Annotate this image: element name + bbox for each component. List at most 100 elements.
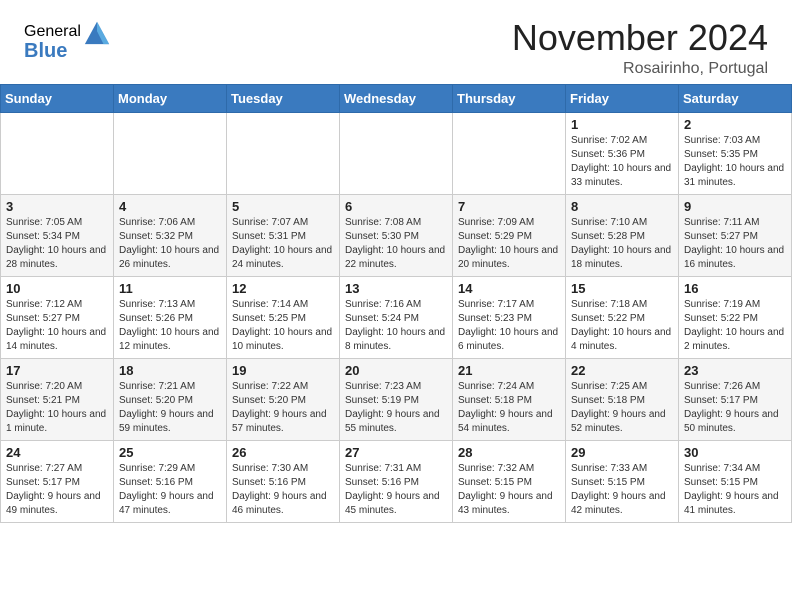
day-info: Sunrise: 7:11 AM Sunset: 5:27 PM Dayligh… [684, 216, 786, 272]
week-row-1: 1 Sunrise: 7:02 AM Sunset: 5:36 PM Daylig… [1, 112, 792, 194]
weekday-header-saturday: Saturday [679, 84, 792, 112]
day-number: 16 [684, 281, 786, 296]
day-number: 18 [119, 363, 221, 378]
day-info: Sunrise: 7:08 AM Sunset: 5:30 PM Dayligh… [345, 216, 447, 272]
day-info: Sunrise: 7:06 AM Sunset: 5:32 PM Dayligh… [119, 216, 221, 272]
day-number: 8 [571, 199, 673, 214]
day-number: 11 [119, 281, 221, 296]
calendar-cell: 2 Sunrise: 7:03 AM Sunset: 5:35 PM Daylig… [679, 112, 792, 194]
calendar-cell: 9Sunrise: 7:11 AM Sunset: 5:27 PM Daylig… [679, 194, 792, 276]
logo-icon [83, 18, 111, 46]
calendar-cell: 10 Sunrise: 7:12 AM Sunset: 5:27 PM Dayli… [1, 276, 114, 358]
day-number: 7 [458, 199, 560, 214]
day-info: Sunrise: 7:17 AM Sunset: 5:23 PM Dayligh… [458, 298, 560, 354]
day-info: Sunrise: 7:31 AM Sunset: 5:16 PM Dayligh… [345, 462, 447, 518]
calendar-cell: 8 Sunrise: 7:10 AM Sunset: 5:28 PM Daylig… [566, 194, 679, 276]
day-number: 29 [571, 445, 673, 460]
day-info: Sunrise: 7:24 AM Sunset: 5:18 PM Dayligh… [458, 380, 560, 436]
day-info: Sunrise: 7:33 AM Sunset: 5:15 PM Dayligh… [571, 462, 673, 518]
week-row-2: 3 Sunrise: 7:05 AM Sunset: 5:34 PM Daylig… [1, 194, 792, 276]
day-info: Sunrise: 7:02 AM Sunset: 5:36 PM Dayligh… [571, 134, 673, 190]
day-number: 19 [232, 363, 334, 378]
day-info: Sunrise: 7:03 AM Sunset: 5:35 PM Dayligh… [684, 134, 786, 190]
calendar-cell [340, 112, 453, 194]
day-info: Sunrise: 7:12 AM Sunset: 5:27 PM Dayligh… [6, 298, 108, 354]
calendar-cell: 4 Sunrise: 7:06 AM Sunset: 5:32 PM Daylig… [114, 194, 227, 276]
calendar-cell: 22 Sunrise: 7:25 AM Sunset: 5:18 PM Dayli… [566, 358, 679, 440]
day-number: 5 [232, 199, 334, 214]
day-info: Sunrise: 7:16 AM Sunset: 5:24 PM Dayligh… [345, 298, 447, 354]
day-info: Sunrise: 7:34 AM Sunset: 5:15 PM Dayligh… [684, 462, 786, 518]
day-info: Sunrise: 7:10 AM Sunset: 5:28 PM Dayligh… [571, 216, 673, 272]
weekday-header-tuesday: Tuesday [227, 84, 340, 112]
day-info: Sunrise: 7:27 AM Sunset: 5:17 PM Dayligh… [6, 462, 108, 518]
day-info: Sunrise: 7:05 AM Sunset: 5:34 PM Dayligh… [6, 216, 108, 272]
calendar-cell: 7 Sunrise: 7:09 AM Sunset: 5:29 PM Daylig… [453, 194, 566, 276]
day-number: 6 [345, 199, 447, 214]
day-number: 25 [119, 445, 221, 460]
calendar-cell: 14 Sunrise: 7:17 AM Sunset: 5:23 PM Dayli… [453, 276, 566, 358]
calendar-cell [227, 112, 340, 194]
calendar-table: SundayMondayTuesdayWednesdayThursdayFrid… [0, 84, 792, 523]
weekday-header-sunday: Sunday [1, 84, 114, 112]
calendar-cell: 1 Sunrise: 7:02 AM Sunset: 5:36 PM Daylig… [566, 112, 679, 194]
calendar-cell: 28 Sunrise: 7:32 AM Sunset: 5:15 PM Dayli… [453, 440, 566, 522]
week-row-3: 10 Sunrise: 7:12 AM Sunset: 5:27 PM Dayli… [1, 276, 792, 358]
calendar-cell: 5 Sunrise: 7:07 AM Sunset: 5:31 PM Daylig… [227, 194, 340, 276]
day-number: 21 [458, 363, 560, 378]
day-info: Sunrise: 7:29 AM Sunset: 5:16 PM Dayligh… [119, 462, 221, 518]
day-number: 1 [571, 117, 673, 132]
day-info: Sunrise: 7:22 AM Sunset: 5:20 PM Dayligh… [232, 380, 334, 436]
weekday-header-row: SundayMondayTuesdayWednesdayThursdayFrid… [1, 84, 792, 112]
calendar-cell: 29 Sunrise: 7:33 AM Sunset: 5:15 PM Dayli… [566, 440, 679, 522]
title-area: November 2024 Rosairinho, Portugal [512, 18, 768, 78]
day-info: Sunrise: 7:21 AM Sunset: 5:20 PM Dayligh… [119, 380, 221, 436]
calendar-cell: 11Sunrise: 7:13 AM Sunset: 5:26 PM Dayli… [114, 276, 227, 358]
day-number: 12 [232, 281, 334, 296]
calendar-cell: 6 Sunrise: 7:08 AM Sunset: 5:30 PM Daylig… [340, 194, 453, 276]
day-info: Sunrise: 7:25 AM Sunset: 5:18 PM Dayligh… [571, 380, 673, 436]
logo-general-text: General [24, 23, 81, 41]
day-info: Sunrise: 7:09 AM Sunset: 5:29 PM Dayligh… [458, 216, 560, 272]
day-number: 15 [571, 281, 673, 296]
calendar-cell: 25 Sunrise: 7:29 AM Sunset: 5:16 PM Dayli… [114, 440, 227, 522]
day-number: 14 [458, 281, 560, 296]
calendar-cell: 24Sunrise: 7:27 AM Sunset: 5:17 PM Dayli… [1, 440, 114, 522]
calendar-cell [453, 112, 566, 194]
day-number: 10 [6, 281, 108, 296]
day-info: Sunrise: 7:07 AM Sunset: 5:31 PM Dayligh… [232, 216, 334, 272]
calendar-cell: 27 Sunrise: 7:31 AM Sunset: 5:16 PM Dayli… [340, 440, 453, 522]
day-number: 23 [684, 363, 786, 378]
day-number: 20 [345, 363, 447, 378]
logo-blue-text: Blue [24, 40, 67, 63]
day-number: 28 [458, 445, 560, 460]
weekday-header-friday: Friday [566, 84, 679, 112]
day-info: Sunrise: 7:14 AM Sunset: 5:25 PM Dayligh… [232, 298, 334, 354]
day-number: 17 [6, 363, 108, 378]
day-info: Sunrise: 7:23 AM Sunset: 5:19 PM Dayligh… [345, 380, 447, 436]
week-row-4: 17 Sunrise: 7:20 AM Sunset: 5:21 PM Dayli… [1, 358, 792, 440]
day-number: 27 [345, 445, 447, 460]
calendar-cell [1, 112, 114, 194]
calendar-cell: 19 Sunrise: 7:22 AM Sunset: 5:20 PM Dayli… [227, 358, 340, 440]
week-row-5: 24Sunrise: 7:27 AM Sunset: 5:17 PM Dayli… [1, 440, 792, 522]
calendar-cell: 23Sunrise: 7:26 AM Sunset: 5:17 PM Dayli… [679, 358, 792, 440]
location-subtitle: Rosairinho, Portugal [512, 60, 768, 78]
day-number: 30 [684, 445, 786, 460]
month-title: November 2024 [512, 18, 768, 58]
calendar-cell [114, 112, 227, 194]
weekday-header-wednesday: Wednesday [340, 84, 453, 112]
day-info: Sunrise: 7:32 AM Sunset: 5:15 PM Dayligh… [458, 462, 560, 518]
day-number: 2 [684, 117, 786, 132]
calendar-cell: 16Sunrise: 7:19 AM Sunset: 5:22 PM Dayli… [679, 276, 792, 358]
day-number: 13 [345, 281, 447, 296]
day-info: Sunrise: 7:20 AM Sunset: 5:21 PM Dayligh… [6, 380, 108, 436]
day-number: 4 [119, 199, 221, 214]
day-number: 22 [571, 363, 673, 378]
calendar-cell: 26Sunrise: 7:30 AM Sunset: 5:16 PM Dayli… [227, 440, 340, 522]
logo: General Blue [24, 18, 111, 63]
day-number: 3 [6, 199, 108, 214]
calendar-cell: 12 Sunrise: 7:14 AM Sunset: 5:25 PM Dayli… [227, 276, 340, 358]
calendar-cell: 18 Sunrise: 7:21 AM Sunset: 5:20 PM Dayli… [114, 358, 227, 440]
day-number: 26 [232, 445, 334, 460]
